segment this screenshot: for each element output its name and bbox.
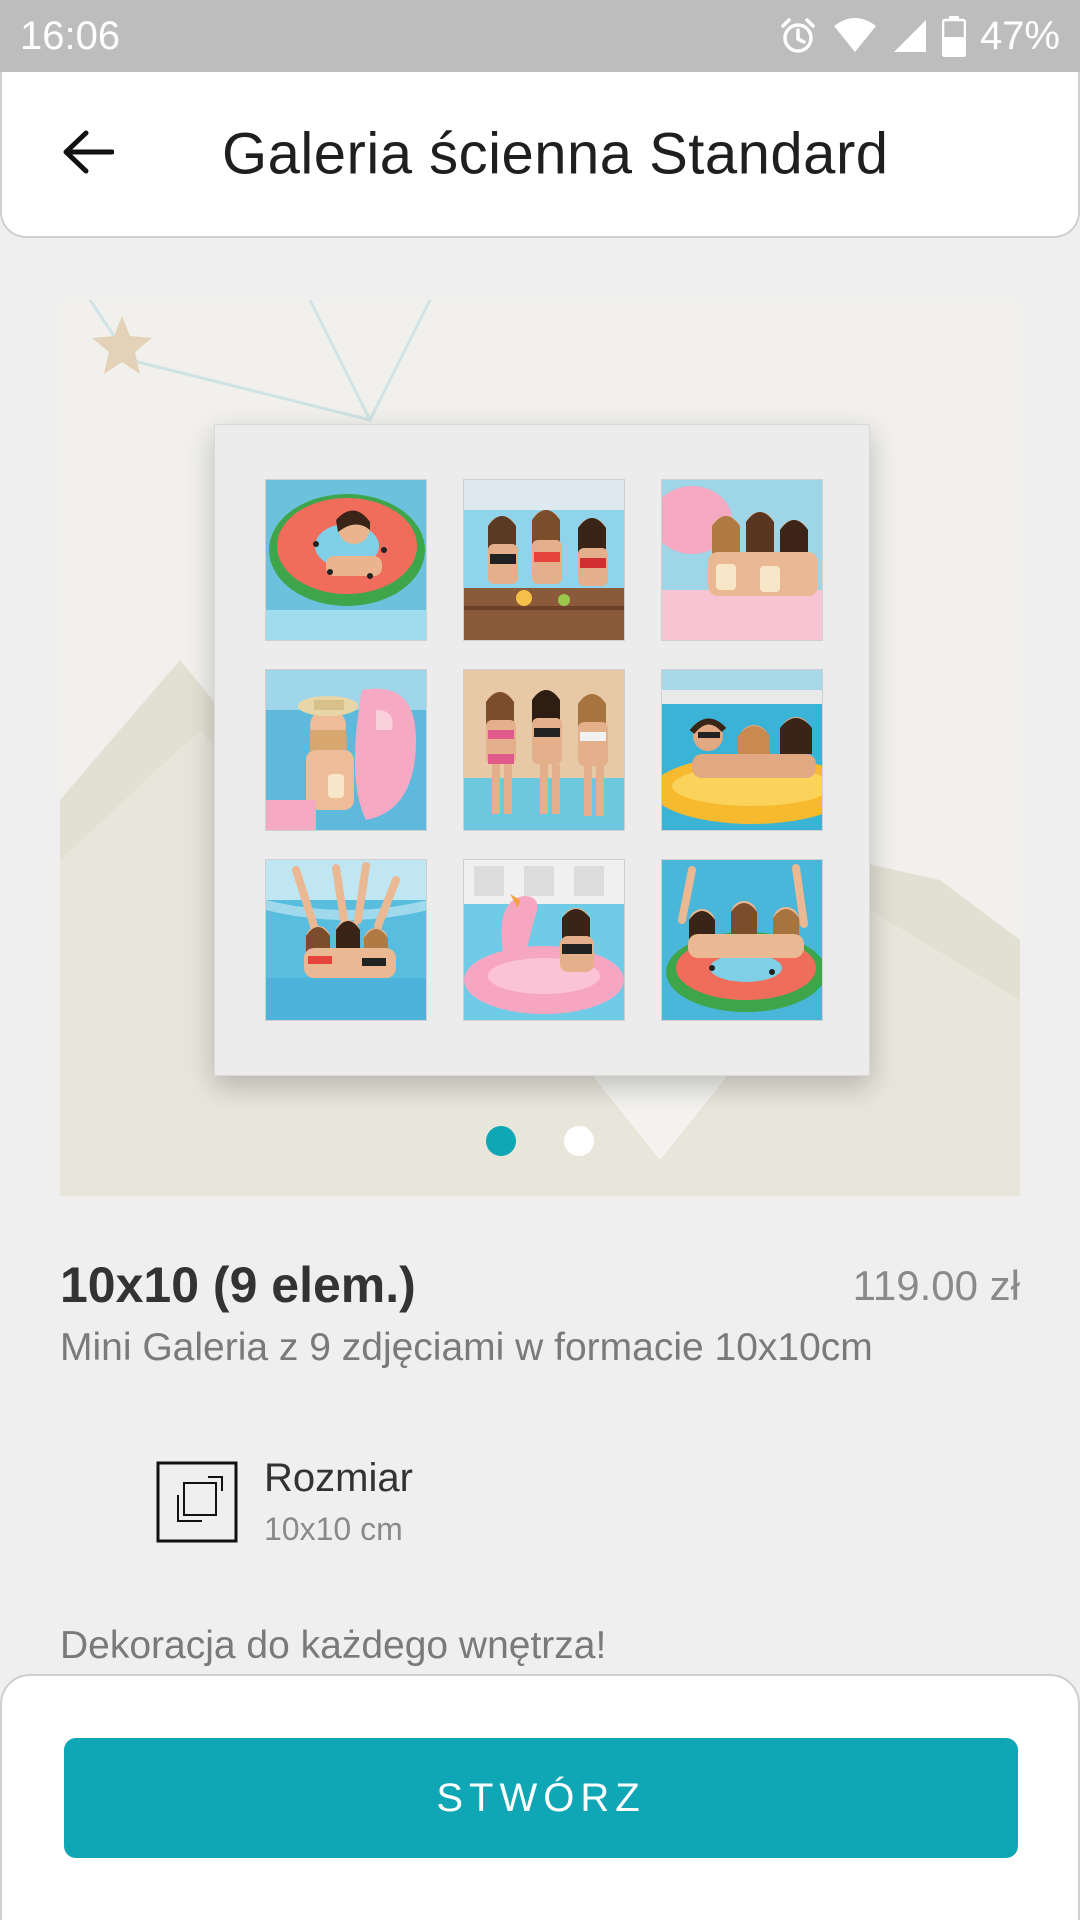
arrow-left-icon: [62, 130, 115, 179]
alarm-icon: [778, 16, 818, 56]
product-image-carousel[interactable]: [60, 300, 1020, 1196]
photo-tile: [265, 859, 427, 1021]
photo-tile: [661, 669, 823, 831]
photo-tile: [661, 859, 823, 1021]
bottom-action-bar: STWÓRZ: [0, 1674, 1080, 1920]
photo-tile: [463, 479, 625, 641]
wifi-icon: [832, 16, 878, 56]
app-bar: Galeria ścienna Standard: [0, 72, 1080, 238]
carousel-indicator: [60, 1126, 1020, 1156]
wall-gallery-frame: [214, 424, 870, 1076]
photo-tile: [463, 859, 625, 1021]
carousel-dot-1[interactable]: [486, 1126, 516, 1156]
size-value: 10x10 cm: [264, 1511, 403, 1547]
status-icons: 47%: [778, 14, 1060, 59]
status-time: 16:06: [20, 13, 121, 58]
photo-tile: [265, 669, 427, 831]
photo-tile: [463, 669, 625, 831]
photo-tile: [661, 479, 823, 641]
size-frame-icon: [156, 1461, 238, 1543]
page-title: Galeria ścienna Standard: [222, 121, 889, 187]
photo-tile: [265, 479, 427, 641]
product-price: 119.00 zł: [852, 1262, 1020, 1309]
battery-icon: [941, 15, 966, 57]
product-description: Mini Galeria z 9 zdjęciami w formacie 10…: [60, 1326, 873, 1369]
back-button[interactable]: [48, 114, 128, 194]
tagline: Dekoracja do każdego wnętrza!: [60, 1624, 607, 1667]
size-option: Rozmiar 10x10 cm: [156, 1456, 413, 1548]
size-text: Rozmiar 10x10 cm: [264, 1456, 413, 1548]
carousel-dot-2[interactable]: [564, 1126, 594, 1156]
create-button[interactable]: STWÓRZ: [64, 1738, 1018, 1858]
status-bar: 16:06 47%: [0, 0, 1080, 72]
signal-icon: [892, 16, 928, 56]
size-label: Rozmiar: [264, 1456, 413, 1500]
product-name: 10x10 (9 elem.): [60, 1257, 416, 1313]
battery-percent: 47%: [979, 13, 1060, 58]
